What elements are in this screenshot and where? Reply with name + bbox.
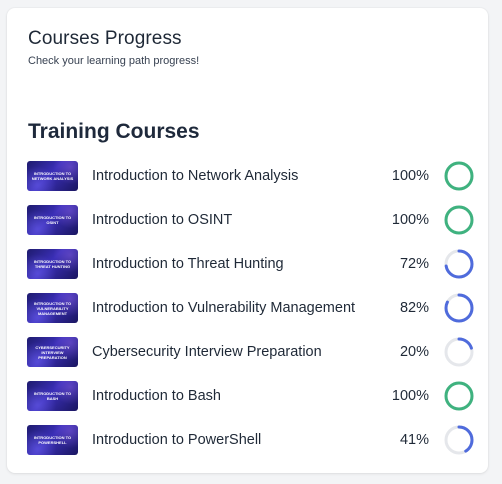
progress-ring [444,425,474,455]
course-thumbnail: Cybersecurity Interview Preparation [27,337,78,367]
progress-ring-fill [444,161,474,191]
course-list: Introduction to Network Analysis Introdu… [27,154,477,462]
progress-ring [444,381,474,411]
section-title: Training Courses [28,120,200,143]
progress-ring [444,249,474,279]
course-thumbnail: Introduction to OSINT [27,205,78,235]
card-title: Courses Progress [28,28,182,49]
course-progress-percent: 20% [399,344,429,360]
course-name: Introduction to Bash [92,388,221,404]
course-progress-percent: 41% [399,432,429,448]
progress-ring-fill [444,381,474,411]
card-subtitle: Check your learning path progress! [28,55,200,67]
course-row[interactable]: Introduction to PowerShell Introduction … [27,418,477,462]
course-name: Introduction to PowerShell [92,432,262,448]
course-row[interactable]: Cybersecurity Interview Preparation Cybe… [27,330,477,374]
course-progress-percent: 100% [391,388,429,404]
course-progress-percent: 82% [399,300,429,316]
course-progress-percent: 100% [391,212,429,228]
course-thumbnail: Introduction to Vulnerability Management [27,293,78,323]
courses-progress-card: Courses Progress Check your learning pat… [7,8,488,473]
progress-ring [444,293,474,323]
course-name: Cybersecurity Interview Preparation [92,344,322,360]
course-row[interactable]: Introduction to Network Analysis Introdu… [27,154,477,198]
course-thumbnail: Introduction to Bash [27,381,78,411]
course-row[interactable]: Introduction to Threat Hunting Introduct… [27,242,477,286]
progress-ring [444,205,474,235]
course-row[interactable]: Introduction to Vulnerability Management… [27,286,477,330]
progress-ring-fill [444,205,474,235]
course-progress-percent: 72% [399,256,429,272]
course-name: Introduction to Vulnerability Management [92,300,356,316]
course-name: Introduction to OSINT [92,212,233,228]
course-row[interactable]: Introduction to OSINT Introduction to OS… [27,198,477,242]
course-progress-percent: 100% [391,168,429,184]
course-name: Introduction to Threat Hunting [92,256,284,272]
course-row[interactable]: Introduction to Bash Introduction to Bas… [27,374,477,418]
course-thumbnail: Introduction to PowerShell [27,425,78,455]
progress-ring [444,161,474,191]
progress-ring [444,337,474,367]
course-thumbnail: Introduction to Threat Hunting [27,249,78,279]
course-name: Introduction to Network Analysis [92,168,299,184]
course-thumbnail: Introduction to Network Analysis [27,161,78,191]
